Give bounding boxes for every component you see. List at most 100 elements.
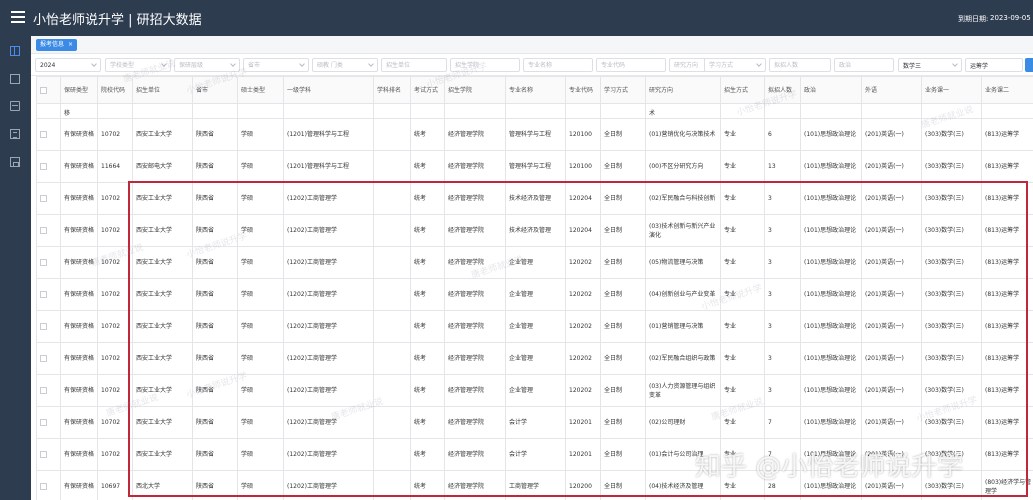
filter-school[interactable] <box>450 58 520 72</box>
column-header[interactable]: 招生单位 <box>132 76 193 104</box>
row-checkbox[interactable] <box>40 387 47 394</box>
book-icon[interactable] <box>10 46 20 56</box>
column-header[interactable]: 研究方向 <box>645 76 721 104</box>
column-header[interactable]: 业务课二 <box>981 76 1033 104</box>
row-checkbox[interactable] <box>40 163 47 170</box>
row-checkbox[interactable] <box>40 483 47 490</box>
table-row[interactable]: 有保研资格 10702 西安工业大学 陕西省 学硕 (1202)工商管理学 统考 经济管理学院… <box>36 214 1033 247</box>
inbox-icon[interactable] <box>10 101 20 111</box>
column-header[interactable]: 专业代码 <box>565 76 601 104</box>
column-header[interactable]: 招生方式 <box>720 76 765 104</box>
column-header[interactable]: 院校代码 <box>97 76 133 104</box>
column-header[interactable]: 学习方式 <box>600 76 646 104</box>
filter-politics[interactable] <box>834 58 894 72</box>
filter-province[interactable] <box>243 58 309 72</box>
filter-subject2[interactable] <box>965 58 1023 72</box>
filter-code[interactable] <box>596 58 666 72</box>
table-cell: 7 <box>764 438 801 471</box>
column-header[interactable]: 拟招人数 <box>764 76 801 104</box>
table-row[interactable]: 有保研资格 10702 西安工业大学 陕西省 学硕 (1202)工商管理学 统考 经济管理学院… <box>36 310 1033 343</box>
column-header[interactable]: 专业名称 <box>505 76 566 104</box>
row-select-cell[interactable] <box>36 470 61 500</box>
column-header[interactable]: 招生学院 <box>444 76 506 104</box>
table-row[interactable]: 有保研资格 10702 西安工业大学 陕西省 学硕 (1202)工商管理学 统考 经济管理学院… <box>36 374 1033 407</box>
column-header[interactable]: 省市 <box>192 76 238 104</box>
column-header[interactable]: 外语 <box>861 76 922 104</box>
close-icon[interactable]: × <box>68 41 73 48</box>
table-cell <box>373 470 411 500</box>
menu-icon[interactable] <box>11 11 25 23</box>
table-row[interactable]: 有保研资格 10702 西安工业大学 陕西省 学硕 (1202)工商管理学 统考 经济管理学院… <box>36 342 1033 375</box>
save-icon[interactable] <box>10 157 20 167</box>
table-cell: 技术经济及管理 <box>505 214 566 247</box>
row-select-cell[interactable] <box>36 182 61 215</box>
table-cell: (101)思想政治理论 <box>800 182 862 215</box>
table-cell: (201)英语(一) <box>861 438 922 471</box>
table-row[interactable]: 有保研资格 10702 西安工业大学 陕西省 学硕 (1202)工商管理学 统考 经济管理学院… <box>36 182 1033 215</box>
list-icon[interactable] <box>10 129 20 139</box>
row-select-cell[interactable] <box>36 278 61 311</box>
table-row[interactable]: 有保研资格 10702 西安工业大学 陕西省 学硕 (1202)工商管理学 统考 经济管理学院… <box>36 246 1033 279</box>
table-row[interactable]: 有保研资格 11664 西安邮电大学 陕西省 学硕 (1201)管理科学与工程 统考 经济管理… <box>36 150 1033 183</box>
filter-year[interactable] <box>35 58 101 72</box>
column-header[interactable]: 硕士类型 <box>237 76 284 104</box>
row-checkbox[interactable] <box>40 259 47 266</box>
row-select-cell[interactable] <box>36 246 61 279</box>
table-cell: (813)运筹学 <box>981 278 1033 311</box>
row-checkbox[interactable] <box>40 227 47 234</box>
row-checkbox[interactable] <box>40 195 47 202</box>
table-cell: (02)公司理财 <box>645 406 721 439</box>
filter-unit[interactable] <box>381 58 447 72</box>
row-checkbox[interactable] <box>40 355 47 362</box>
filter-level[interactable] <box>174 58 240 72</box>
row-checkbox[interactable] <box>40 419 47 426</box>
select-all-cell[interactable] <box>36 76 61 104</box>
table-row[interactable]: 有保研资格 10702 西安工业大学 陕西省 学硕 (1202)工商管理学 统考 经济管理学院… <box>36 278 1033 311</box>
select-all-checkbox[interactable] <box>40 86 47 94</box>
table-cell: 统考 <box>410 150 445 183</box>
filter-category[interactable] <box>105 58 171 72</box>
table-cell: (813)运筹学 <box>981 406 1033 439</box>
column-header[interactable]: 学科排名 <box>373 76 411 104</box>
table-row[interactable]: 有保研资格 10702 西安工业大学 陕西省 学硕 (1202)工商管理学 统考 经济管理学院… <box>36 406 1033 439</box>
row-checkbox[interactable] <box>40 323 47 330</box>
column-header[interactable]: 政治 <box>800 76 862 104</box>
row-select-cell[interactable] <box>36 310 61 343</box>
row-checkbox[interactable] <box>40 291 47 298</box>
table-cell: 经济管理学院 <box>444 118 506 151</box>
row-select-cell[interactable] <box>36 118 61 151</box>
filter-plan[interactable] <box>769 58 831 72</box>
row-checkbox[interactable] <box>40 451 47 458</box>
row-select-cell[interactable] <box>36 214 61 247</box>
table-cell <box>410 103 445 119</box>
row-select-cell[interactable] <box>36 406 61 439</box>
table-cell: 学硕 <box>237 310 284 343</box>
page-icon[interactable] <box>10 74 20 84</box>
table-cell: 专业 <box>720 246 765 279</box>
row-select-cell[interactable] <box>36 438 61 471</box>
table-cell: (101)思想政治理论 <box>800 342 862 375</box>
table-row[interactable]: 有保研资格 10697 西北大学 陕西省 学硕 (1202)工商管理学 统考 经济管理学院 工商… <box>36 470 1033 500</box>
column-header[interactable]: 一级学科 <box>283 76 374 104</box>
filter-program[interactable] <box>312 58 378 72</box>
table-cell: (101)思想政治理论 <box>800 118 862 151</box>
table-cell: 120202 <box>565 278 601 311</box>
row-select-cell[interactable] <box>36 342 61 375</box>
table-cell: (01)营销优化与决策技术 <box>645 118 721 151</box>
table-cell: 120202 <box>565 374 601 407</box>
table-row[interactable]: 有保研资格 10702 西安工业大学 陕西省 学硕 (1201)管理科学与工程 统考 经济管理… <box>36 118 1033 151</box>
tab-report-info[interactable]: 报考信息 × <box>36 39 78 51</box>
table-cell: 陕西省 <box>192 438 238 471</box>
table-row[interactable]: 移术 <box>36 103 1033 119</box>
column-header[interactable]: 业务课一 <box>921 76 982 104</box>
column-header[interactable]: 考试方式 <box>410 76 445 104</box>
table-cell: 学硕 <box>237 150 284 183</box>
filter-major[interactable] <box>523 58 593 72</box>
row-checkbox[interactable] <box>40 131 47 138</box>
row-select-cell[interactable] <box>36 150 61 183</box>
search-button[interactable] <box>1025 58 1033 72</box>
table-row[interactable]: 有保研资格 10702 西安工业大学 陕西省 学硕 (1202)工商管理学 统考 经济管理学院… <box>36 438 1033 471</box>
row-select-cell[interactable] <box>36 374 61 407</box>
column-header[interactable]: 保研类型 <box>60 76 98 104</box>
table-cell: 10702 <box>97 438 133 471</box>
